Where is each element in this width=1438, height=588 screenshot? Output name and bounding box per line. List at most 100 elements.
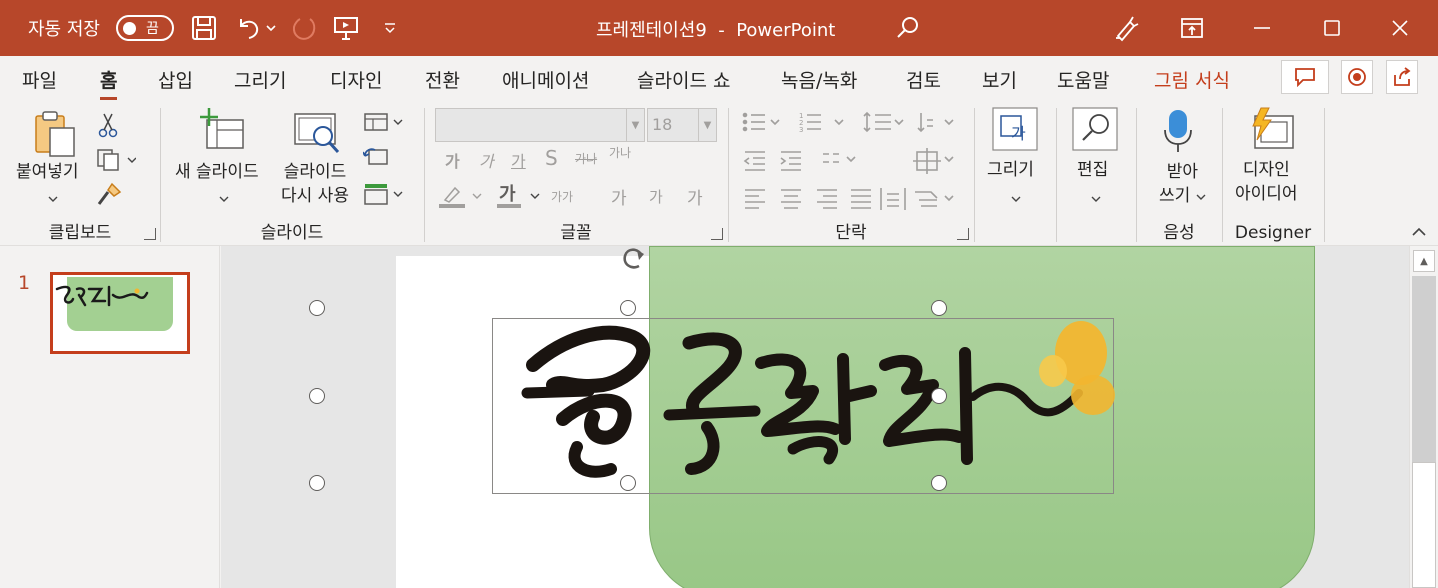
vertical-scrollbar[interactable]: ▲ — [1409, 246, 1438, 588]
reset-icon[interactable] — [362, 146, 389, 172]
save-icon[interactable] — [186, 10, 222, 46]
new-slide-icon[interactable] — [199, 108, 247, 156]
tab-review[interactable]: 검토 — [906, 66, 941, 93]
slide-editing-area[interactable] — [221, 246, 1409, 588]
strikethrough-icon[interactable]: 가나 — [575, 150, 597, 167]
cut-icon[interactable] — [98, 112, 118, 142]
clear-formatting-icon[interactable]: 가 — [687, 184, 703, 209]
logo-drops — [1039, 321, 1115, 415]
character-spacing-icon[interactable]: 가나 — [609, 144, 631, 161]
resize-handle-bottom[interactable] — [620, 475, 636, 491]
resize-handle-bottom-right[interactable] — [931, 475, 947, 491]
highlight-icon[interactable] — [437, 182, 487, 214]
minimize-icon[interactable] — [1244, 10, 1280, 46]
close-icon[interactable] — [1382, 10, 1418, 46]
resize-handle-left[interactable] — [309, 388, 325, 404]
slide-thumbnail[interactable] — [50, 272, 190, 354]
font-launcher-icon[interactable] — [711, 228, 723, 240]
reuse-slides-icon[interactable] — [293, 112, 343, 160]
undo-dropdown-icon[interactable] — [264, 20, 278, 36]
font-size-value: 18 — [652, 115, 673, 134]
paragraph-group: 123 단락 — [729, 102, 973, 246]
layout-icon[interactable] — [363, 112, 407, 138]
resize-handle-top-right[interactable] — [931, 300, 947, 316]
share-button[interactable] — [1386, 60, 1418, 94]
resize-handle-bottom-left[interactable] — [309, 475, 325, 491]
tab-animations[interactable]: 애니메이션 — [502, 66, 589, 93]
chevron-down-icon[interactable]: ▼ — [626, 109, 644, 141]
tab-transitions[interactable]: 전환 — [425, 66, 460, 93]
tab-insert[interactable]: 삽입 — [158, 66, 193, 93]
copy-icon[interactable] — [96, 148, 137, 176]
font-color-icon[interactable]: 가 — [495, 182, 545, 214]
underline-icon[interactable]: 가 — [511, 148, 526, 172]
new-slide-label[interactable]: 새 슬라이드 — [175, 160, 259, 184]
grow-font-icon[interactable]: 가 — [611, 184, 627, 209]
font-size-combo[interactable]: 18 ▼ — [647, 108, 717, 142]
drawing-label[interactable]: 그리기 — [987, 158, 1034, 182]
tab-view[interactable]: 보기 — [982, 66, 1017, 93]
microphone-icon[interactable] — [1161, 108, 1195, 158]
ribbon-tabs: 파일 홈 삽입 그리기 디자인 전환 애니메이션 슬라이드 쇼 녹음/녹화 검토… — [0, 56, 1438, 102]
design-ideas-label[interactable]: 디자인 아이디어 — [1235, 158, 1298, 206]
slide[interactable] — [309, 246, 1315, 588]
clipboard-launcher-icon[interactable] — [144, 228, 156, 240]
resize-handle-right[interactable] — [931, 388, 947, 404]
ribbon: 붙여넣기 클립보드 새 슬라이드 슬라이드 다시 사용 슬라이드 ▼ 18 ▼ … — [0, 102, 1438, 246]
editing-icon[interactable] — [1071, 106, 1119, 156]
present-from-start-icon[interactable] — [328, 10, 364, 46]
bold-icon[interactable]: 가 — [445, 148, 460, 172]
tab-record[interactable]: 녹음/녹화 — [781, 66, 857, 93]
paragraph-controls-icon[interactable]: 123 — [741, 110, 977, 222]
italic-icon[interactable]: 가 — [479, 148, 494, 172]
undo-icon[interactable] — [230, 10, 266, 46]
redo-icon — [286, 10, 322, 46]
resize-handle-top-left[interactable] — [309, 300, 325, 316]
selected-logo-picture[interactable] — [492, 318, 1115, 494]
chevron-down-icon[interactable]: ▼ — [698, 109, 716, 141]
design-ideas-icon[interactable] — [1247, 106, 1297, 156]
tab-file[interactable]: 파일 — [22, 66, 57, 93]
drawing-icon[interactable]: 가 — [991, 106, 1039, 156]
design-ideas-label-line2: 아이디어 — [1235, 184, 1298, 204]
shrink-font-icon[interactable]: 가 — [649, 186, 663, 207]
pen-icon[interactable] — [1108, 10, 1144, 46]
editing-label[interactable]: 편집 — [1077, 158, 1108, 182]
new-slide-dropdown-icon[interactable] — [219, 188, 229, 207]
record-button[interactable] — [1341, 60, 1373, 94]
autosave-toggle[interactable]: 끔 — [116, 15, 174, 41]
shadow-icon[interactable]: S — [545, 146, 558, 170]
separator — [1324, 108, 1325, 242]
tab-draw[interactable]: 그리기 — [234, 66, 286, 93]
paragraph-launcher-icon[interactable] — [957, 228, 969, 240]
ribbon-display-options-icon[interactable] — [1174, 10, 1210, 46]
scroll-up-icon[interactable]: ▲ — [1413, 250, 1435, 272]
resize-handle-top[interactable] — [620, 300, 636, 316]
maximize-icon[interactable] — [1314, 10, 1350, 46]
font-name-combo[interactable]: ▼ — [435, 108, 645, 142]
drawing-dropdown-icon[interactable] — [1011, 188, 1021, 207]
reuse-slides-label[interactable]: 슬라이드 다시 사용 — [281, 160, 349, 208]
dictate-label[interactable]: 받아 쓰기 — [1159, 160, 1206, 208]
customize-qat-icon[interactable] — [372, 10, 408, 46]
paste-icon[interactable] — [32, 110, 78, 162]
comments-button[interactable] — [1281, 60, 1329, 94]
change-case-icon[interactable]: 가가 — [551, 188, 573, 205]
paste-dropdown-icon[interactable] — [48, 188, 58, 207]
dictate-dropdown-icon[interactable] — [1196, 193, 1206, 201]
tab-home[interactable]: 홈 — [100, 66, 118, 100]
scroll-track[interactable] — [1412, 276, 1436, 462]
paste-label[interactable]: 붙여넣기 — [16, 160, 79, 184]
tab-design[interactable]: 디자인 — [330, 66, 382, 93]
autosave-state: 끔 — [146, 21, 159, 37]
tab-picture-format[interactable]: 그림 서식 — [1154, 66, 1230, 93]
editing-dropdown-icon[interactable] — [1091, 188, 1101, 207]
tab-slide-show[interactable]: 슬라이드 쇼 — [637, 66, 730, 93]
rotate-handle-icon[interactable] — [617, 246, 651, 274]
search-icon[interactable] — [890, 10, 926, 46]
format-painter-icon[interactable] — [96, 182, 122, 212]
tab-help[interactable]: 도움말 — [1057, 66, 1109, 93]
scroll-thumb[interactable] — [1412, 462, 1436, 588]
collapse-ribbon-icon[interactable] — [1412, 225, 1426, 241]
section-icon[interactable] — [363, 182, 407, 210]
